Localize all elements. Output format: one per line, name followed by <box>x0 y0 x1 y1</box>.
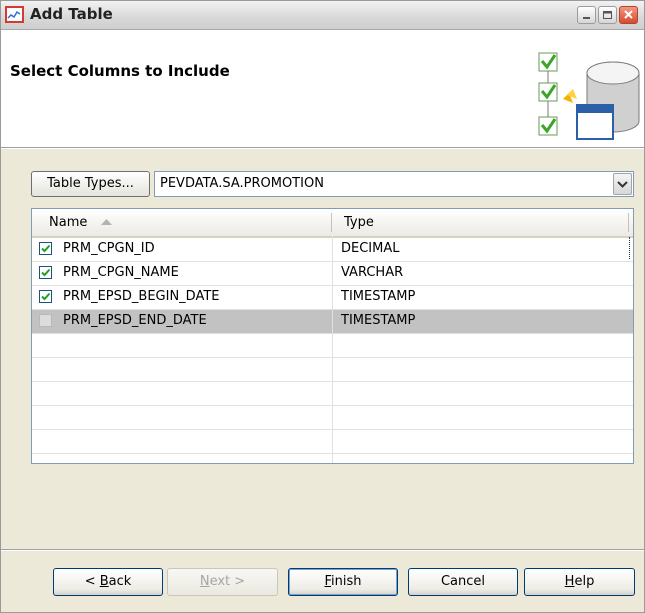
table-select-value: PEVDATA.SA.PROMOTION <box>160 176 324 191</box>
finish-label-rest: inish <box>331 574 362 589</box>
check-icon <box>41 268 51 277</box>
back-label-rest: ack <box>108 574 132 589</box>
column-name: PRM_CPGN_ID <box>63 241 155 256</box>
next-label-rest: ext > <box>209 574 246 589</box>
column-header-type[interactable]: Type <box>344 215 374 230</box>
maximize-icon <box>603 11 612 19</box>
chevron-down-icon <box>617 181 628 188</box>
column-type: DECIMAL <box>341 241 400 256</box>
row-checkbox[interactable] <box>39 242 52 255</box>
column-type: TIMESTAMP <box>341 313 416 328</box>
check-icon <box>41 244 51 253</box>
finish-button[interactable]: Finish <box>288 568 398 596</box>
minimize-button[interactable] <box>577 6 596 24</box>
column-gridline <box>332 236 333 463</box>
column-header-name[interactable]: Name <box>49 215 87 230</box>
table-select-dropdown[interactable] <box>613 173 632 195</box>
table-types-button[interactable]: Table Types... <box>31 171 150 197</box>
sort-ascending-icon <box>101 219 112 225</box>
help-label-rest: elp <box>574 574 595 589</box>
column-type: VARCHAR <box>341 265 404 280</box>
column-name: PRM_CPGN_NAME <box>63 265 179 280</box>
maximize-button[interactable] <box>598 6 617 24</box>
columns-table[interactable]: Name Type PRM_CPGN_ID DECIMAL PRM_CPGN_N… <box>31 208 634 464</box>
window-title: Add Table <box>30 5 113 23</box>
app-chart-icon <box>5 6 24 23</box>
footer-divider-highlight <box>1 550 644 551</box>
title-bar[interactable]: Add Table <box>1 1 644 30</box>
cancel-button[interactable]: Cancel <box>408 568 518 596</box>
column-name: PRM_EPSD_END_DATE <box>63 313 207 328</box>
close-icon <box>624 10 633 19</box>
banner-divider-highlight <box>1 148 644 149</box>
page-title: Select Columns to Include <box>10 62 230 80</box>
focus-indicator <box>629 237 630 259</box>
row-checkbox[interactable] <box>39 290 52 303</box>
column-type: TIMESTAMP <box>341 289 416 304</box>
column-name: PRM_EPSD_BEGIN_DATE <box>63 289 220 304</box>
row-checkbox[interactable] <box>39 314 52 327</box>
back-mnemonic: B <box>99 574 109 589</box>
column-divider[interactable] <box>628 213 629 232</box>
table-header: Name Type <box>32 209 633 238</box>
next-button[interactable]: Next > <box>167 568 278 596</box>
add-table-dialog: Add Table Select Columns to Include Tabl… <box>0 0 645 613</box>
help-mnemonic: H <box>564 574 575 589</box>
check-icon <box>41 292 51 301</box>
row-checkbox[interactable] <box>39 266 52 279</box>
column-divider[interactable] <box>331 213 332 232</box>
minimize-icon <box>583 17 590 19</box>
table-select[interactable]: PEVDATA.SA.PROMOTION <box>154 171 634 197</box>
header-banner: Select Columns to Include <box>1 30 644 147</box>
back-button[interactable]: < Back <box>53 568 163 596</box>
next-mnemonic: N <box>199 574 210 589</box>
database-columns-icon <box>538 52 640 140</box>
back-prefix: < <box>84 574 96 589</box>
close-button[interactable] <box>619 6 638 24</box>
help-button[interactable]: Help <box>524 568 635 596</box>
